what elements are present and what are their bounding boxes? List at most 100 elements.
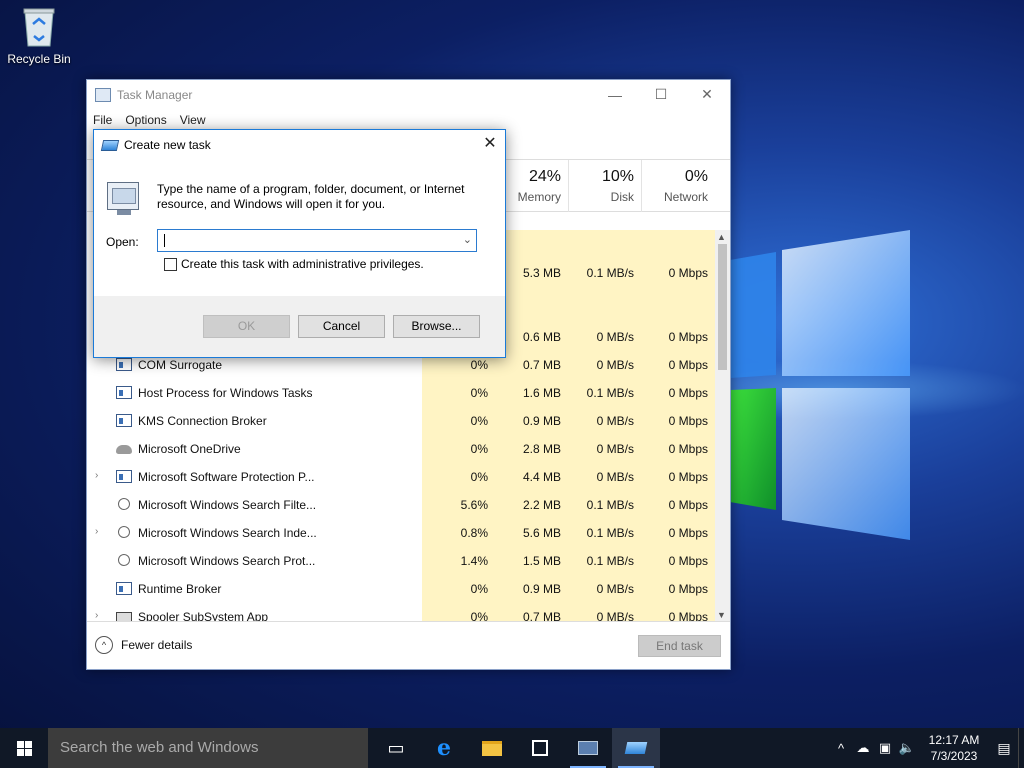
process-disk-cell: 0.1 MB/s	[586, 526, 634, 540]
recycle-bin-icon	[21, 6, 57, 48]
process-net-cell: 0 Mbps	[668, 330, 708, 344]
process-list-scrollbar[interactable]: ▲ ▼	[715, 230, 730, 622]
admin-privileges-label: Create this task with administrative pri…	[181, 257, 424, 271]
menu-file[interactable]: File	[93, 113, 112, 127]
file-explorer-button[interactable]	[468, 728, 516, 768]
table-row[interactable]: › Spooler SubSystem App 0% 0.7 MB 0 MB/s 0 Mb…	[87, 603, 715, 622]
column-disk[interactable]: 10% Disk	[568, 160, 641, 212]
process-mem-cell: 4.4 MB	[522, 470, 561, 484]
process-disk-cell: 0 MB/s	[596, 582, 634, 596]
taskbar-search-box[interactable]: Search the web and Windows	[48, 728, 368, 768]
open-label: Open:	[106, 235, 139, 249]
table-row[interactable]: Runtime Broker 0% 0.9 MB 0 MB/s 0 Mbps	[87, 575, 715, 603]
volume-muted-icon[interactable]: 🔈	[896, 740, 918, 756]
process-disk-cell: 0 MB/s	[596, 414, 634, 428]
dialog-button-area: OK Cancel Browse...	[94, 296, 505, 357]
cancel-button[interactable]: Cancel	[298, 315, 385, 338]
table-row[interactable]: Microsoft OneDrive 0% 2.8 MB 0 MB/s 0 Mbps	[87, 435, 715, 463]
edge-icon: e	[437, 735, 451, 761]
expand-chevron-icon[interactable]: ›	[95, 610, 98, 621]
task-manager-taskbar-button[interactable]	[564, 728, 612, 768]
process-cpu-cell: 0%	[470, 414, 488, 428]
process-mem-cell: 0.9 MB	[522, 414, 561, 428]
open-combobox[interactable]: ⌄	[157, 229, 477, 252]
scroll-down-icon[interactable]: ▼	[717, 610, 726, 620]
user-process-icon	[118, 526, 130, 538]
process-net-cell: 0 Mbps	[668, 386, 708, 400]
start-button[interactable]	[0, 728, 48, 768]
win-process-icon	[116, 414, 132, 427]
disk-percent: 10%	[601, 168, 634, 185]
admin-privileges-checkbox[interactable]: Create this task with administrative pri…	[164, 257, 424, 271]
table-row[interactable]: › Microsoft Software Protection P... 0% 4.4…	[87, 463, 715, 491]
dialog-titlebar[interactable]: Create new task	[94, 130, 505, 160]
show-desktop-button[interactable]	[1018, 728, 1024, 768]
table-row[interactable]: Microsoft Windows Search Filte... 5.6% 2.2…	[87, 491, 715, 519]
process-disk-cell: 0 MB/s	[596, 470, 634, 484]
process-net-cell: 0 Mbps	[668, 498, 708, 512]
scroll-up-icon[interactable]: ▲	[717, 232, 726, 242]
dialog-title: Create new task	[124, 138, 211, 152]
process-mem-cell: 1.6 MB	[522, 386, 561, 400]
table-row[interactable]: › Microsoft Windows Search Inde... 0.8% 5.6…	[87, 519, 715, 547]
task-view-button[interactable]: ▭	[372, 728, 420, 768]
table-row[interactable]: KMS Connection Broker 0% 0.9 MB 0 MB/s 0 Mbp…	[87, 407, 715, 435]
table-row[interactable]: Microsoft Windows Search Prot... 1.4% 1.5 …	[87, 547, 715, 575]
process-cpu-cell: 0%	[470, 386, 488, 400]
onedrive-tray-icon[interactable]: ☁	[852, 740, 874, 756]
process-name: COM Surrogate	[138, 358, 223, 372]
minimize-button[interactable]: —	[592, 80, 638, 109]
edge-button[interactable]: e	[420, 728, 468, 768]
process-mem-cell: 5.6 MB	[522, 526, 561, 540]
checkbox-box[interactable]	[164, 257, 177, 271]
windows-logo-wallpaper	[730, 230, 910, 540]
clock-time: 12:17 AM	[928, 733, 980, 747]
user-process-icon	[118, 554, 130, 566]
recycle-bin-shortcut[interactable]: Recycle Bin	[4, 6, 74, 66]
scroll-thumb[interactable]	[718, 244, 727, 370]
browse-button[interactable]: Browse...	[393, 315, 480, 338]
clock-date: 7/3/2023	[930, 749, 978, 763]
task-manager-icon	[578, 741, 598, 755]
create-new-task-dialog: Create new task ✕ Type the name of a pro…	[93, 129, 506, 358]
process-net-cell: 0 Mbps	[668, 582, 708, 596]
process-cpu-cell: 1.4%	[460, 554, 488, 568]
run-taskbar-button[interactable]	[612, 728, 660, 768]
menu-view[interactable]: View	[180, 113, 206, 127]
process-disk-cell: 0.1 MB/s	[586, 554, 634, 568]
taskbar: Search the web and Windows ▭ e ^ ☁ ▣ 🔈 1…	[0, 728, 1024, 768]
run-icon	[100, 139, 120, 151]
process-disk-cell: 0.1 MB/s	[586, 498, 634, 512]
process-name: Host Process for Windows Tasks	[138, 386, 313, 400]
clock[interactable]: 12:17 AM 7/3/2023	[918, 732, 990, 764]
menu-options[interactable]: Options	[125, 113, 166, 127]
action-center-icon[interactable]: ▤	[990, 740, 1018, 757]
expand-chevron-icon[interactable]: ›	[95, 470, 98, 481]
column-network[interactable]: 0% Network	[641, 160, 715, 212]
store-button[interactable]	[516, 728, 564, 768]
process-cpu-cell: 0.8%	[460, 526, 488, 540]
end-task-button[interactable]: End task	[638, 635, 721, 657]
table-row[interactable]: Host Process for Windows Tasks 0% 1.6 MB 0.…	[87, 379, 715, 407]
store-icon	[532, 740, 548, 756]
close-button[interactable]: ✕	[684, 80, 730, 109]
network-tray-icon[interactable]: ▣	[874, 740, 896, 756]
task-view-icon: ▭	[387, 737, 405, 758]
expand-chevron-icon[interactable]: ›	[95, 526, 98, 537]
chevron-down-icon[interactable]: ⌄	[463, 233, 472, 246]
task-manager-titlebar[interactable]: Task Manager — ☐ ✕	[87, 80, 730, 110]
process-mem-cell: 0.9 MB	[522, 582, 561, 596]
process-disk-cell: 0.1 MB/s	[586, 266, 634, 280]
ok-button[interactable]: OK	[203, 315, 290, 338]
fewer-details-button[interactable]: ^ Fewer details	[95, 636, 192, 654]
process-disk-cell: 0 MB/s	[596, 442, 634, 456]
dialog-close-button[interactable]: ✕	[475, 130, 505, 160]
cloud-process-icon	[116, 445, 132, 454]
menu-bar: File Options View	[87, 110, 730, 130]
text-caret	[164, 234, 165, 247]
process-net-cell: 0 Mbps	[668, 610, 708, 622]
maximize-button[interactable]: ☐	[638, 80, 684, 109]
system-tray: ^ ☁ ▣ 🔈 12:17 AM 7/3/2023 ▤	[830, 728, 1024, 768]
recycle-bin-label: Recycle Bin	[7, 52, 71, 66]
chevron-up-tray-icon[interactable]: ^	[830, 741, 852, 756]
